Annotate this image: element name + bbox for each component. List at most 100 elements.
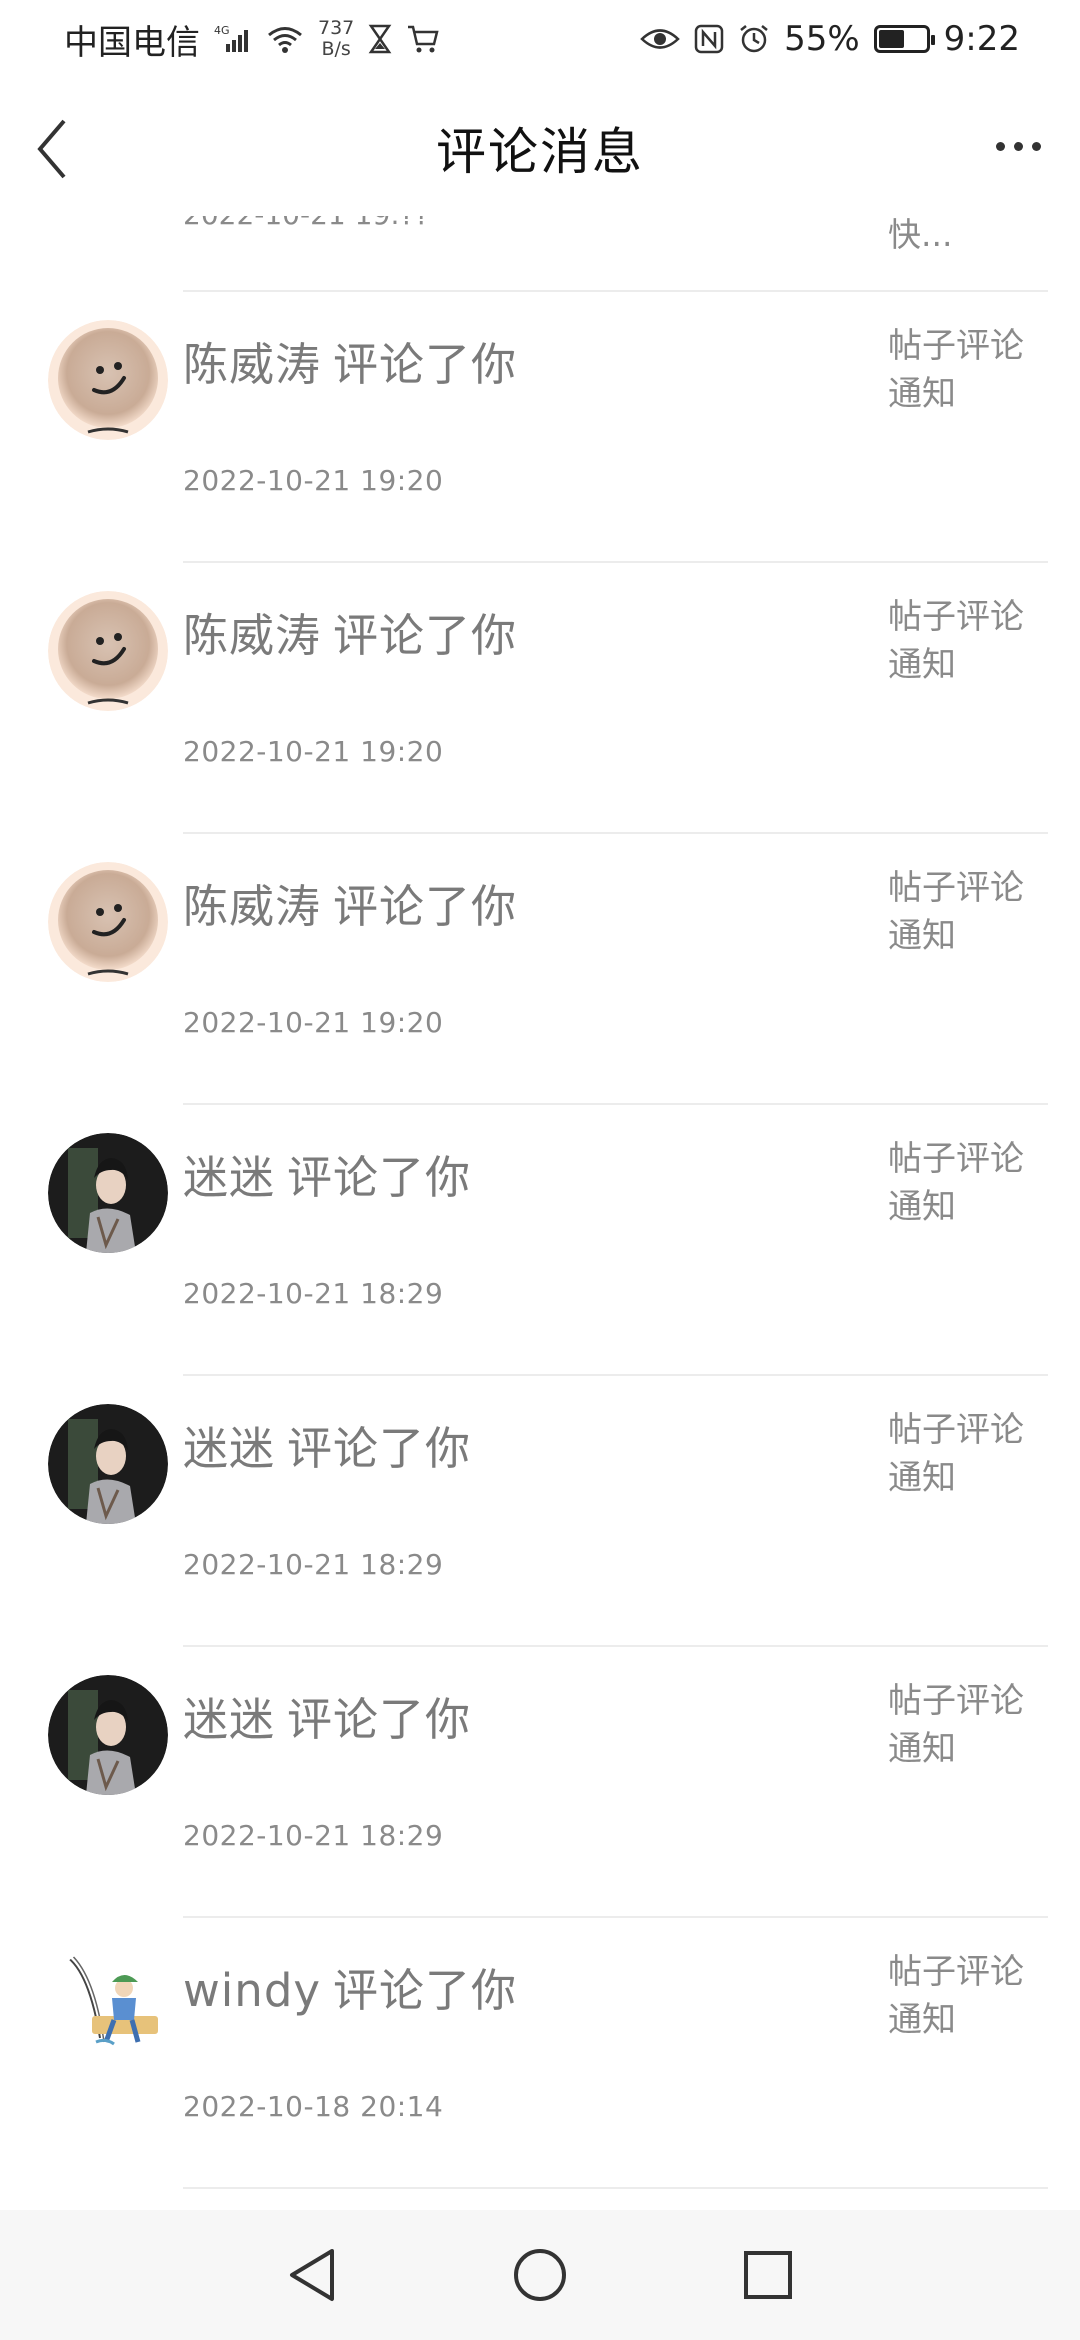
smiley-avatar[interactable] xyxy=(48,320,168,440)
item-title[interactable]: 陈威涛 评论了你 xyxy=(183,328,517,393)
item-time: 2022-10-21 19:20 xyxy=(183,464,444,497)
list-item[interactable]: 陈威涛 评论了你 2022-10-21 19:20 帖子评论 通知 xyxy=(0,834,1080,1105)
item-type-line2: 通知 xyxy=(888,916,956,956)
hourglass-icon xyxy=(368,24,392,54)
clock-time: 9:22 xyxy=(943,19,1020,59)
user-name[interactable]: 陈威涛 xyxy=(183,609,321,662)
system-back-button[interactable] xyxy=(275,2238,349,2312)
item-action: 评论了你 xyxy=(287,1422,472,1475)
square-recents-icon xyxy=(744,2251,792,2299)
item-type-line1: 帖子评论 xyxy=(888,326,1024,366)
item-title[interactable]: 迷迷 评论了你 xyxy=(183,1412,471,1477)
smiley-avatar[interactable] xyxy=(48,591,168,711)
list-item[interactable]: 迷迷 评论了你 2022-10-21 18:29 帖子评论 通知 xyxy=(0,1376,1080,1647)
back-button[interactable] xyxy=(22,114,82,184)
status-right: 55% 9:22 xyxy=(640,19,1020,59)
list-item[interactable]: 陈威涛 评论了你 2022-10-21 19:20 帖子评论 通知 xyxy=(0,292,1080,563)
item-type: 帖子评论 通知 xyxy=(888,1406,1038,1502)
comment-message-list[interactable]: 2022-10-21 19:?? 快... 陈威涛 评论了你 2022-10-2… xyxy=(0,190,1080,2210)
item-time: 2022-10-21 19:20 xyxy=(183,735,444,768)
alarm-icon xyxy=(738,24,770,54)
list-item[interactable]: 迷迷 评论了你 2022-10-21 18:29 帖子评论 通知 xyxy=(0,1647,1080,1918)
item-type: 帖子评论 通知 xyxy=(888,593,1038,689)
photo-avatar[interactable] xyxy=(48,1133,168,1253)
item-type: 帖子评论 通知 xyxy=(888,1948,1038,2044)
list-item[interactable]: 陈威涛 评论了你 2022-10-21 19:20 帖子评论 通知 xyxy=(0,563,1080,834)
item-type-line2: 通知 xyxy=(888,1729,956,1769)
more-dot xyxy=(1013,141,1023,151)
chevron-left-icon xyxy=(37,119,66,179)
speed-value: 737 xyxy=(318,17,355,39)
item-type-line1: 帖子评论 xyxy=(888,1952,1024,1992)
more-options-button[interactable] xyxy=(978,116,1058,176)
item-type: 帖子评论 通知 xyxy=(888,864,1038,960)
item-action: 评论了你 xyxy=(287,1151,472,1204)
photo-avatar[interactable] xyxy=(48,1675,168,1795)
list-item-partial[interactable]: 2022-10-21 19:?? 快... xyxy=(0,190,1080,292)
item-action: 评论了你 xyxy=(287,1693,472,1746)
item-type-line1: 帖子评论 xyxy=(888,1681,1024,1721)
user-name[interactable]: 陈威涛 xyxy=(183,338,321,391)
item-type-line2: 通知 xyxy=(888,1458,956,1498)
item-action: 评论了你 xyxy=(333,880,518,933)
page-title: 评论消息 xyxy=(436,123,644,181)
status-bar: 中国电信 4G 737 B/s 55% 9:22 xyxy=(0,0,1080,78)
more-dot xyxy=(1031,141,1041,151)
item-time: 2022-10-21 18:29 xyxy=(183,1277,444,1310)
item-action: 评论了你 xyxy=(333,609,518,662)
divider xyxy=(183,2187,1048,2189)
more-dots-icon xyxy=(995,141,1005,151)
photo-avatar[interactable] xyxy=(48,1404,168,1524)
battery-percent: 55% xyxy=(784,19,860,59)
smiley-avatar[interactable] xyxy=(48,862,168,982)
item-time: 2022-10-21 19:20 xyxy=(183,1006,444,1039)
speed-unit: B/s xyxy=(321,38,351,60)
item-time: 2022-10-21 19:?? xyxy=(183,198,430,231)
item-type: 快... xyxy=(888,215,953,254)
eye-comfort-icon xyxy=(640,24,680,54)
circle-home-icon xyxy=(514,2249,566,2301)
list-item[interactable]: 迷迷 评论了你 2022-10-21 18:29 帖子评论 通知 xyxy=(0,1105,1080,1376)
list-item[interactable]: windy 评论了你 2022-10-18 20:14 帖子评论 通知 xyxy=(0,1918,1080,2189)
nfc-icon xyxy=(694,24,724,54)
item-title[interactable]: 陈威涛 评论了你 xyxy=(183,599,517,664)
item-type: 帖子评论 通知 xyxy=(888,322,1038,418)
user-name[interactable]: 迷迷 xyxy=(183,1422,275,1475)
item-type: 帖子评论 通知 xyxy=(888,1135,1038,1231)
item-title[interactable]: 迷迷 评论了你 xyxy=(183,1141,471,1206)
system-home-button[interactable] xyxy=(503,2238,577,2312)
item-type-line1: 帖子评论 xyxy=(888,597,1024,637)
triangle-back-icon xyxy=(290,2249,334,2301)
item-time: 2022-10-21 18:29 xyxy=(183,1819,444,1852)
wifi-icon xyxy=(266,24,304,54)
item-title[interactable]: 迷迷 评论了你 xyxy=(183,1683,471,1748)
fishing-avatar[interactable] xyxy=(48,1946,168,2066)
item-type-line2: 通知 xyxy=(888,645,956,685)
status-left: 中国电信 4G 737 B/s xyxy=(64,15,440,64)
shopping-cart-icon xyxy=(406,24,440,54)
item-type: 帖子评论 通知 xyxy=(888,1677,1038,1773)
user-name[interactable]: 迷迷 xyxy=(183,1151,275,1204)
item-time: 2022-10-18 20:14 xyxy=(183,2090,444,2123)
item-type-line1: 帖子评论 xyxy=(888,1410,1024,1450)
battery-icon xyxy=(873,25,935,53)
item-type-line2: 通知 xyxy=(888,1187,956,1227)
network-type-label: 4G xyxy=(214,24,230,37)
item-title[interactable]: windy 评论了你 xyxy=(183,1954,517,2019)
system-recents-button[interactable] xyxy=(731,2238,805,2312)
item-type-line2: 通知 xyxy=(888,2000,956,2040)
item-type-line1: 帖子评论 xyxy=(888,1139,1024,1179)
user-name[interactable]: 迷迷 xyxy=(183,1693,275,1746)
item-type-line2: 通知 xyxy=(888,374,956,414)
carrier-label: 中国电信 xyxy=(64,22,200,63)
signal-icon: 4G xyxy=(214,24,252,54)
user-name[interactable]: 陈威涛 xyxy=(183,880,321,933)
item-time: 2022-10-21 18:29 xyxy=(183,1548,444,1581)
item-action: 评论了你 xyxy=(333,1964,518,2017)
network-speed: 737 B/s xyxy=(318,18,354,60)
item-title[interactable]: 陈威涛 评论了你 xyxy=(183,870,517,935)
item-action: 评论了你 xyxy=(333,338,518,391)
system-navigation-bar xyxy=(0,2210,1080,2340)
user-name[interactable]: windy xyxy=(183,1964,321,2017)
item-type-line1: 帖子评论 xyxy=(888,868,1024,908)
